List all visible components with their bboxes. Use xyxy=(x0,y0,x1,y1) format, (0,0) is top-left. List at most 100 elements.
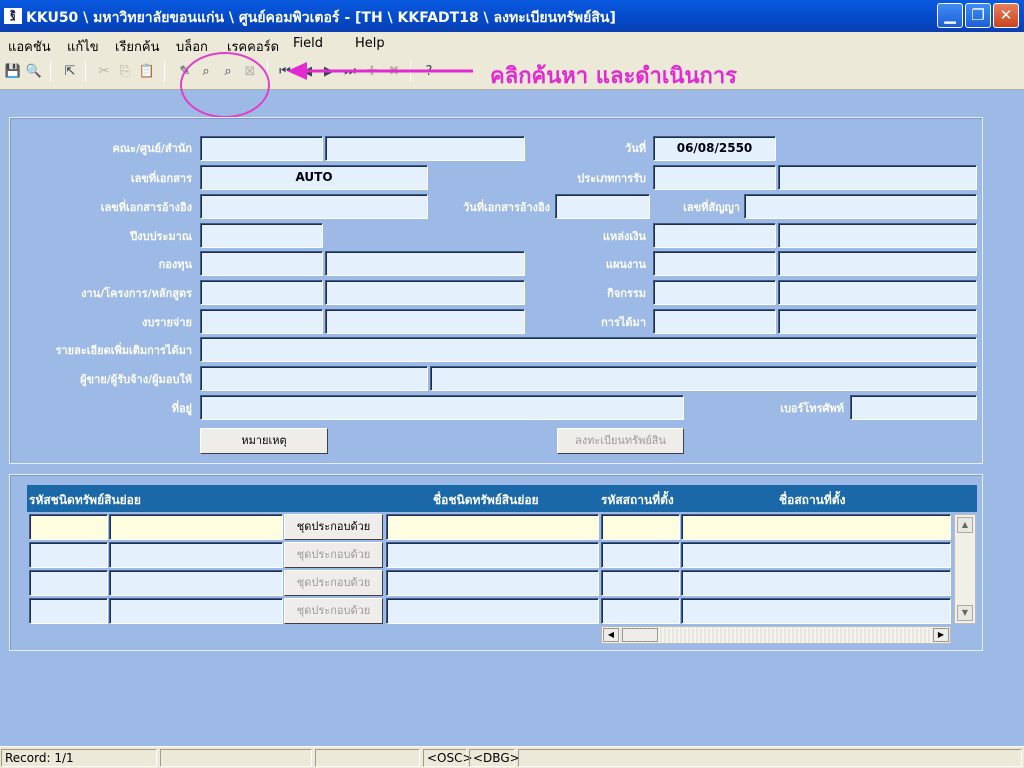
subtype-name-cell[interactable] xyxy=(386,570,599,596)
components-button[interactable]: ชุดประกอบด้วย xyxy=(284,514,383,540)
ref-doc-date-field[interactable] xyxy=(555,194,650,219)
location-name-cell[interactable] xyxy=(681,542,951,568)
expense-name-field[interactable] xyxy=(325,309,525,334)
toolbar-separator xyxy=(85,60,86,82)
subtype-code-cell[interactable] xyxy=(29,570,108,596)
scroll-left-icon[interactable]: ◀ xyxy=(603,628,619,642)
label-activity: กิจกรรม xyxy=(607,287,646,300)
contract-no-field[interactable] xyxy=(744,194,977,219)
subtype-name-cell[interactable] xyxy=(386,514,599,540)
location-code-cell[interactable] xyxy=(601,514,680,540)
menu-action[interactable]: แอคชัน xyxy=(8,36,51,57)
subtype-desc-cell[interactable] xyxy=(109,598,283,624)
project-code-field[interactable] xyxy=(200,280,323,305)
components-button[interactable]: ชุดประกอบด้วย xyxy=(284,542,383,568)
fund-name-field[interactable] xyxy=(325,251,525,276)
subtype-desc-cell[interactable] xyxy=(109,514,283,540)
receipt-type-name-field[interactable] xyxy=(778,165,977,190)
paste-icon[interactable]: 📋 xyxy=(138,62,156,80)
cut-icon[interactable]: ✂ xyxy=(95,62,113,80)
label-address: ที่อยู่ xyxy=(171,402,192,415)
subtype-code-cell[interactable] xyxy=(29,542,108,568)
column-header-location-code: รหัสสถานที่ตั้ง xyxy=(601,493,674,507)
location-name-cell[interactable] xyxy=(681,570,951,596)
expense-code-field[interactable] xyxy=(200,309,323,334)
menu-field[interactable]: Field xyxy=(293,36,323,51)
label-doc-no: เลขที่เอกสาร xyxy=(130,172,192,185)
scroll-up-icon[interactable]: ▲ xyxy=(957,517,973,533)
label-receipt-type: ประเภทการรับ xyxy=(577,172,646,185)
status-segment xyxy=(160,749,312,767)
horizontal-scrollbar[interactable]: ◀ ▶ xyxy=(601,626,951,644)
osc-indicator: <OSC> xyxy=(423,749,473,767)
doc-no-field[interactable]: AUTO xyxy=(200,165,428,190)
phone-field[interactable] xyxy=(850,395,977,420)
label-ref-doc-date: วันที่เอกสารอ้างอิง xyxy=(463,201,550,214)
annotation-arrow-icon xyxy=(287,62,473,80)
menu-edit[interactable]: แก้ไข xyxy=(67,36,99,57)
menu-query[interactable]: เรียกค้น xyxy=(115,36,160,57)
address-field[interactable] xyxy=(200,395,684,420)
plan-name-field[interactable] xyxy=(778,251,977,276)
location-code-cell[interactable] xyxy=(601,542,680,568)
annotation-text: คลิกค้นหา และดำเนินการ xyxy=(490,64,737,89)
record-indicator: Record: 1/1 xyxy=(1,749,157,767)
exit-icon[interactable]: ⇱ xyxy=(61,62,79,80)
scroll-down-icon[interactable]: ▼ xyxy=(957,605,973,621)
location-name-cell[interactable] xyxy=(681,598,951,624)
print-preview-icon[interactable]: 🔍 xyxy=(25,62,43,80)
subtype-code-cell[interactable] xyxy=(29,598,108,624)
close-button[interactable]: ✕ xyxy=(993,3,1019,28)
scroll-thumb[interactable] xyxy=(622,628,658,642)
subtype-desc-cell[interactable] xyxy=(109,542,283,568)
title-bar: ฐิ KKU50 \ มหาวิทยาลัยขอนแก่น \ ศูนย์คอม… xyxy=(0,0,1024,32)
fund-source-name-field[interactable] xyxy=(778,223,977,248)
fund-source-code-field[interactable] xyxy=(653,223,776,248)
subtype-desc-cell[interactable] xyxy=(109,570,283,596)
register-asset-button[interactable]: ลงทะเบียนทรัพย์สิน xyxy=(557,428,684,454)
components-button[interactable]: ชุดประกอบด้วย xyxy=(284,570,383,596)
remark-button[interactable]: หมายเหตุ xyxy=(200,428,328,454)
details-field[interactable] xyxy=(200,337,977,362)
menu-help[interactable]: Help xyxy=(355,36,385,51)
vertical-scrollbar[interactable]: ▲ ▼ xyxy=(954,514,976,624)
fund-code-field[interactable] xyxy=(200,251,323,276)
label-date: วันที่ xyxy=(625,142,646,155)
ref-doc-no-field[interactable] xyxy=(200,194,428,219)
restore-button[interactable]: ❐ xyxy=(965,3,991,28)
subtype-name-cell[interactable] xyxy=(386,598,599,624)
location-name-cell[interactable] xyxy=(681,514,951,540)
toolbar-separator xyxy=(50,60,51,82)
subtype-name-cell[interactable] xyxy=(386,542,599,568)
acquisition-code-field[interactable] xyxy=(653,309,776,334)
faculty-code-field[interactable] xyxy=(200,136,323,161)
grid-header: รหัสชนิดทรัพย์สินย่อย ชื่อชนิดทรัพย์สินย… xyxy=(27,485,977,512)
components-button[interactable]: ชุดประกอบด้วย xyxy=(284,598,383,624)
vendor-name-field[interactable] xyxy=(430,366,977,391)
location-code-cell[interactable] xyxy=(601,598,680,624)
label-project: งาน/โครงการ/หลักสูตร xyxy=(81,287,192,300)
activity-name-field[interactable] xyxy=(778,280,977,305)
date-field[interactable]: 06/08/2550 xyxy=(653,136,776,161)
vendor-code-field[interactable] xyxy=(200,366,428,391)
dbg-indicator: <DBG> xyxy=(469,749,520,767)
location-code-cell[interactable] xyxy=(601,570,680,596)
label-contract-no: เลขที่สัญญา xyxy=(683,201,740,214)
subtype-code-cell[interactable] xyxy=(29,514,108,540)
toolbar-separator xyxy=(164,60,165,82)
plan-code-field[interactable] xyxy=(653,251,776,276)
activity-code-field[interactable] xyxy=(653,280,776,305)
app-icon: ฐิ xyxy=(4,8,22,24)
budget-year-field[interactable] xyxy=(200,223,323,248)
label-expense: งบรายจ่าย xyxy=(142,316,192,329)
copy-icon[interactable]: ⎘ xyxy=(116,62,134,80)
save-icon[interactable]: 💾 xyxy=(4,62,22,80)
faculty-name-field[interactable] xyxy=(325,136,525,161)
project-name-field[interactable] xyxy=(325,280,525,305)
minimize-button[interactable]: ▁ xyxy=(937,3,963,28)
scroll-right-icon[interactable]: ▶ xyxy=(933,628,949,642)
receipt-type-code-field[interactable] xyxy=(653,165,776,190)
menu-block[interactable]: บล็อก xyxy=(176,36,208,57)
acquisition-name-field[interactable] xyxy=(778,309,977,334)
label-budget-year: ปีงบประมาณ xyxy=(130,230,192,243)
